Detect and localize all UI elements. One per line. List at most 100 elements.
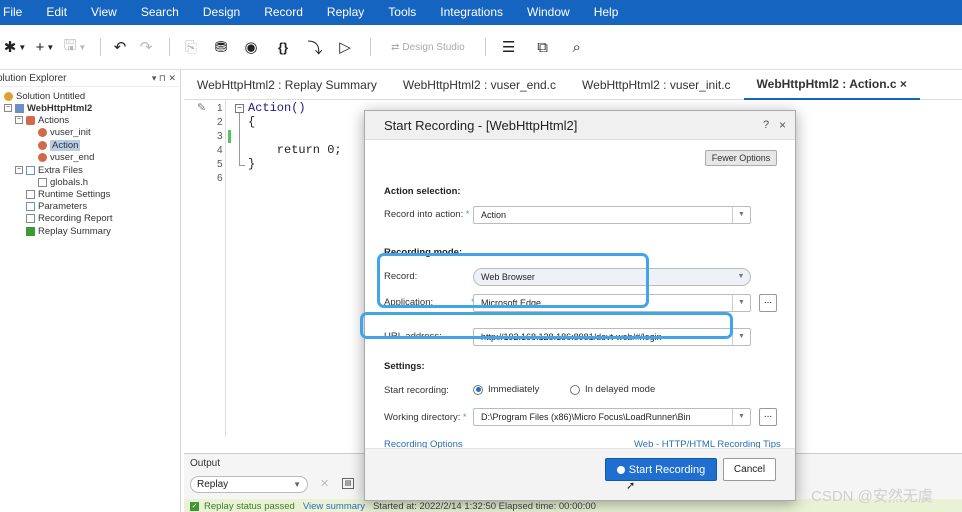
step-button[interactable]: ⤵: [302, 34, 328, 60]
highlight-frame: [360, 312, 733, 339]
radio-delayed-mode[interactable]: In delayed mode: [570, 384, 655, 395]
watermark: CSDN @安然无虞: [811, 488, 933, 505]
tree-item-vuser-init[interactable]: vuser_init: [38, 126, 91, 138]
action-icon: [38, 152, 47, 162]
menu-record[interactable]: Record: [252, 0, 315, 25]
script-icon: [15, 103, 24, 113]
working-directory-select[interactable]: D:\Program Files (x86)\Micro Focus\LoadR…: [473, 408, 751, 426]
tree-item-script[interactable]: − WebHttpHtml2: [4, 102, 92, 114]
radio-button: [473, 384, 483, 395]
tree-item-vuser-end[interactable]: vuser_end: [38, 151, 94, 163]
design-studio-icon: ⇄: [391, 41, 400, 53]
collapse-icon[interactable]: −: [4, 104, 12, 112]
code-line: return 0;: [248, 143, 342, 157]
compile-button[interactable]: ⎘: [178, 34, 204, 60]
tree-item-replay-summary[interactable]: Replay Summary: [26, 225, 111, 237]
menu-bar: File Edit View Search Design Record Repl…: [0, 0, 962, 25]
menu-search[interactable]: Search: [129, 0, 191, 25]
tree-item-globals[interactable]: globals.h: [38, 176, 88, 188]
working-directory-browse-button[interactable]: ...: [759, 408, 777, 426]
tree-item-action[interactable]: Action: [38, 139, 81, 151]
toolbar-divider: [370, 38, 371, 56]
steps-view-button[interactable]: ☰: [494, 34, 524, 60]
close-icon[interactable]: ×: [779, 118, 786, 132]
record-into-value: Action: [481, 210, 507, 220]
tree-item-solution[interactable]: Solution Untitled: [4, 90, 85, 102]
view-summary-link[interactable]: View summary: [303, 501, 365, 512]
menu-window[interactable]: Window: [515, 0, 582, 25]
close-icon[interactable]: ×: [900, 77, 907, 91]
start-recording-label: Start recording:: [384, 385, 449, 396]
line-gutter: ✎ 1 2 3 4 5 6: [184, 100, 231, 437]
menu-tools[interactable]: Tools: [376, 0, 428, 25]
list-icon: ☰: [501, 39, 516, 56]
undo-button[interactable]: ↶: [109, 34, 131, 60]
insert-function-button[interactable]: {}: [268, 34, 298, 60]
tab-action[interactable]: WebHttpHtml2 : Action.c ×: [743, 70, 920, 100]
collapse-icon[interactable]: −: [15, 166, 23, 174]
application-browse-button[interactable]: ...: [759, 294, 777, 312]
tree-item-extra-files[interactable]: − Extra Files: [15, 164, 83, 176]
output-options-icon[interactable]: ▤: [342, 478, 354, 489]
output-filter-value: Replay: [197, 479, 229, 490]
radio-immediately[interactable]: Immediately: [473, 384, 539, 395]
explorer-title: olution Explorer: [0, 72, 67, 84]
tree-item-runtime-settings[interactable]: Runtime Settings: [26, 188, 110, 200]
record-settings-button[interactable]: ⛃: [208, 34, 234, 60]
chevron-down-icon: ▼: [732, 207, 750, 223]
replay-button[interactable]: ▷: [332, 34, 358, 60]
save-button[interactable]: 🖫 ▼: [62, 34, 88, 60]
parameters-icon: [26, 201, 35, 211]
clear-icon[interactable]: ✕: [320, 477, 329, 490]
output-filter-select[interactable]: Replay ▼: [190, 476, 308, 493]
line-number: 3: [217, 131, 223, 142]
explorer-header: olution Explorer ▾ ⊓ ✕: [0, 70, 180, 87]
tree-item-actions[interactable]: − Actions: [15, 114, 69, 126]
menu-edit[interactable]: Edit: [34, 0, 79, 25]
settings-header: Settings:: [384, 361, 425, 372]
chevron-down-icon: ▼: [732, 329, 750, 345]
start-recording-button[interactable]: Start Recording: [605, 458, 717, 481]
cancel-button[interactable]: Cancel: [723, 458, 776, 481]
help-icon[interactable]: ?: [763, 119, 769, 131]
tree-item-recording-report[interactable]: Recording Report: [26, 212, 112, 224]
tab-vuser-end[interactable]: WebHttpHtml2 : vuser_end.c: [390, 70, 569, 100]
line-number: 1: [217, 103, 223, 114]
check-icon: ✓: [190, 501, 199, 511]
output-title: Output: [190, 458, 221, 469]
tree-item-parameters[interactable]: Parameters: [26, 200, 87, 212]
dialog-title: Start Recording - [WebHttpHtml2]: [384, 118, 578, 133]
toolbar-divider: [484, 38, 486, 56]
menu-view[interactable]: View: [79, 0, 129, 25]
collapse-icon[interactable]: −: [15, 116, 23, 124]
design-studio-button[interactable]: ⇄ Design Studio: [391, 42, 465, 53]
menu-integrations[interactable]: Integrations: [428, 0, 515, 25]
chevron-down-icon: ▼: [732, 409, 750, 425]
file-icon: [38, 177, 47, 187]
line-number: 2: [217, 117, 223, 128]
record-button[interactable]: ◉: [238, 34, 264, 60]
menu-design[interactable]: Design: [191, 0, 252, 25]
snapshot-button[interactable]: ⧉: [528, 34, 558, 60]
menu-help[interactable]: Help: [582, 0, 631, 25]
fold-line: [239, 113, 240, 165]
redo-button[interactable]: ↷: [135, 34, 157, 60]
start-recording-label: Start Recording: [628, 463, 706, 476]
new-script-button[interactable]: ✱ ▼: [2, 34, 28, 60]
chevron-down-icon: ▼: [737, 273, 745, 280]
search-snapshot-button[interactable]: ⌕: [562, 34, 592, 60]
chevron-down-icon: ▼: [18, 42, 27, 52]
tab-vuser-init[interactable]: WebHttpHtml2 : vuser_init.c: [569, 70, 744, 100]
dialog-footer: Start Recording ➚ Cancel: [365, 448, 795, 500]
asterisk-icon: ✱: [3, 39, 17, 56]
toolbar-divider: [100, 38, 101, 56]
menu-file[interactable]: File: [0, 0, 34, 25]
record-into-select[interactable]: Action ▼: [473, 206, 751, 224]
toolbar: ✱ ▼ + ▼ 🖫 ▼ ↶ ↷ ⎘ ⛃ ◉ {} ⤵ ▷ ⇄ Design Studio…: [0, 25, 962, 70]
tab-replay-summary[interactable]: WebHttpHtml2 : Replay Summary: [184, 70, 390, 100]
fewer-options-button[interactable]: Fewer Options: [705, 150, 777, 166]
menu-replay[interactable]: Replay: [315, 0, 376, 25]
add-button[interactable]: + ▼: [32, 34, 58, 60]
fold-icon[interactable]: −: [235, 104, 244, 113]
explorer-controls[interactable]: ▾ ⊓ ✕: [152, 73, 176, 84]
